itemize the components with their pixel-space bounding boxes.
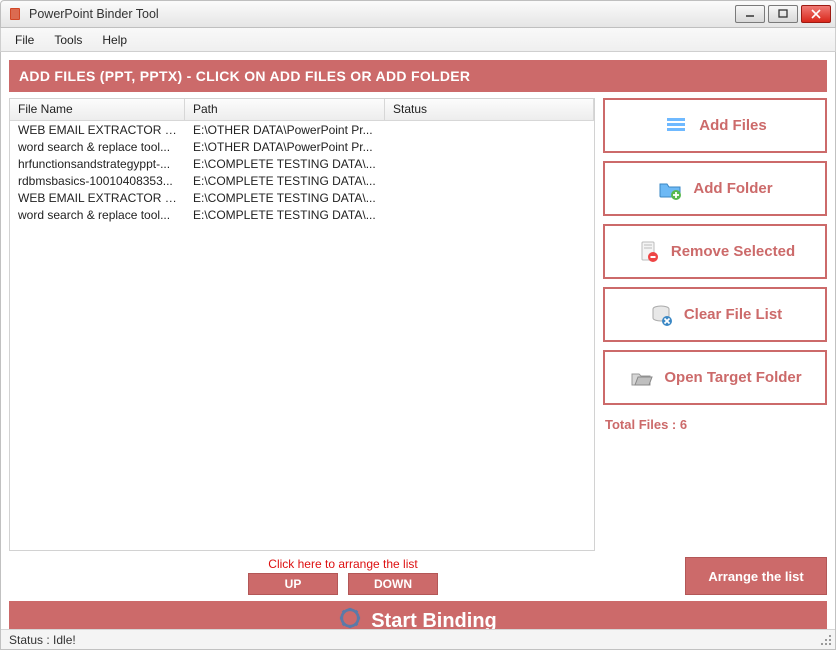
cell-filename: rdbmsbasics-10010408353...: [10, 173, 185, 189]
menu-file[interactable]: File: [7, 30, 42, 50]
cell-filename: WEB EMAIL EXTRACTOR P...: [10, 190, 185, 206]
open-target-button[interactable]: Open Target Folder: [603, 350, 827, 405]
col-header-filename[interactable]: File Name: [10, 99, 185, 120]
open-target-label: Open Target Folder: [664, 369, 801, 386]
clear-list-label: Clear File List: [684, 306, 782, 323]
menu-tools[interactable]: Tools: [46, 30, 90, 50]
cell-status: [385, 129, 594, 131]
cell-path: E:\COMPLETE TESTING DATA\...: [185, 207, 385, 223]
add-files-icon: [663, 113, 689, 139]
table-row[interactable]: WEB EMAIL EXTRACTOR P...E:\COMPLETE TEST…: [10, 189, 594, 206]
clear-list-icon: [648, 302, 674, 328]
status-text: Status : Idle!: [9, 633, 76, 647]
total-files-label: Total Files : 6: [603, 413, 827, 432]
cell-path: E:\COMPLETE TESTING DATA\...: [185, 156, 385, 172]
middle-panel: File Name Path Status WEB EMAIL EXTRACTO…: [9, 98, 827, 551]
status-bar: Status : Idle!: [1, 629, 835, 649]
arrange-list-button[interactable]: Arrange the list: [685, 557, 827, 595]
menu-help[interactable]: Help: [94, 30, 135, 50]
menubar: File Tools Help: [0, 28, 836, 52]
col-header-path[interactable]: Path: [185, 99, 385, 120]
remove-selected-label: Remove Selected: [671, 243, 795, 260]
cell-path: E:\COMPLETE TESTING DATA\...: [185, 173, 385, 189]
app-icon: [7, 6, 23, 22]
add-files-button[interactable]: Add Files: [603, 98, 827, 153]
cell-status: [385, 146, 594, 148]
cell-status: [385, 214, 594, 216]
cell-path: E:\COMPLETE TESTING DATA\...: [185, 190, 385, 206]
bottom-controls: Click here to arrange the list UP DOWN A…: [9, 557, 827, 595]
client-area: ADD FILES (PPT, PPTX) - CLICK ON ADD FIL…: [0, 52, 836, 650]
table-row[interactable]: hrfunctionsandstrategyppt-...E:\COMPLETE…: [10, 155, 594, 172]
remove-selected-icon: [635, 239, 661, 265]
maximize-button[interactable]: [768, 5, 798, 23]
instruction-banner: ADD FILES (PPT, PPTX) - CLICK ON ADD FIL…: [9, 60, 827, 92]
arrange-panel: Click here to arrange the list UP DOWN: [9, 557, 677, 595]
action-panel: Add Files Add Folder: [603, 98, 827, 551]
window-title: PowerPoint Binder Tool: [29, 7, 729, 21]
up-button[interactable]: UP: [248, 573, 338, 595]
table-header: File Name Path Status: [10, 99, 594, 121]
clear-list-button[interactable]: Clear File List: [603, 287, 827, 342]
resize-grip[interactable]: [819, 633, 833, 647]
minimize-button[interactable]: [735, 5, 765, 23]
cell-status: [385, 197, 594, 199]
cell-filename: word search & replace tool...: [10, 207, 185, 223]
add-folder-button[interactable]: Add Folder: [603, 161, 827, 216]
add-folder-icon: [657, 176, 683, 202]
cell-filename: WEB EMAIL EXTRACTOR P...: [10, 122, 185, 138]
cell-filename: hrfunctionsandstrategyppt-...: [10, 156, 185, 172]
table-row[interactable]: rdbmsbasics-10010408353...E:\COMPLETE TE…: [10, 172, 594, 189]
table-body[interactable]: WEB EMAIL EXTRACTOR P...E:\OTHER DATA\Po…: [10, 121, 594, 550]
arrange-hint: Click here to arrange the list: [268, 557, 417, 571]
cell-path: E:\OTHER DATA\PowerPoint Pr...: [185, 122, 385, 138]
add-folder-label: Add Folder: [693, 180, 772, 197]
titlebar: PowerPoint Binder Tool: [0, 0, 836, 28]
down-button[interactable]: DOWN: [348, 573, 438, 595]
close-button[interactable]: [801, 5, 831, 23]
updown-buttons: UP DOWN: [248, 573, 438, 595]
open-target-icon: [628, 365, 654, 391]
table-row[interactable]: word search & replace tool...E:\COMPLETE…: [10, 206, 594, 223]
add-files-label: Add Files: [699, 117, 767, 134]
table-row[interactable]: WEB EMAIL EXTRACTOR P...E:\OTHER DATA\Po…: [10, 121, 594, 138]
window-buttons: [735, 5, 831, 23]
cell-filename: word search & replace tool...: [10, 139, 185, 155]
cell-path: E:\OTHER DATA\PowerPoint Pr...: [185, 139, 385, 155]
col-header-status[interactable]: Status: [385, 99, 594, 120]
table-row[interactable]: word search & replace tool...E:\OTHER DA…: [10, 138, 594, 155]
file-table: File Name Path Status WEB EMAIL EXTRACTO…: [9, 98, 595, 551]
remove-selected-button[interactable]: Remove Selected: [603, 224, 827, 279]
cell-status: [385, 163, 594, 165]
cell-status: [385, 180, 594, 182]
